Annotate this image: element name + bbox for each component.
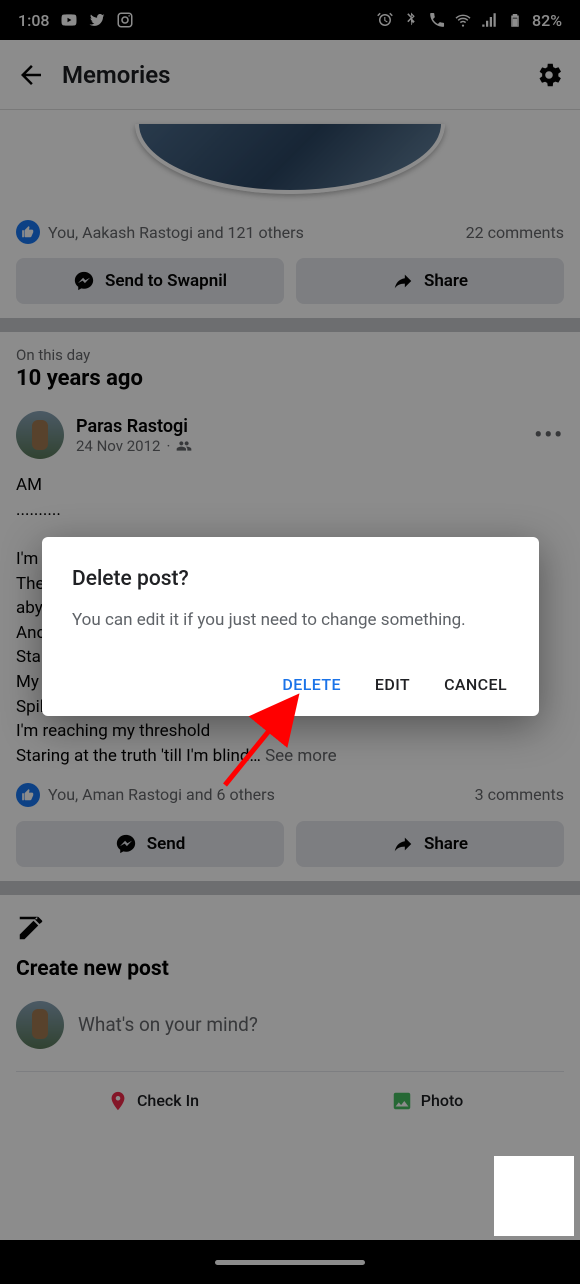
- edit-button[interactable]: EDIT: [373, 669, 412, 700]
- dialog-title: Delete post?: [72, 567, 509, 591]
- cancel-button[interactable]: CANCEL: [442, 669, 509, 700]
- delete-button[interactable]: DELETE: [280, 669, 343, 700]
- dialog-body: You can edit it if you just need to chan…: [72, 609, 509, 633]
- overlay-square: [494, 1156, 574, 1236]
- delete-post-dialog: Delete post? You can edit it if you just…: [42, 537, 539, 716]
